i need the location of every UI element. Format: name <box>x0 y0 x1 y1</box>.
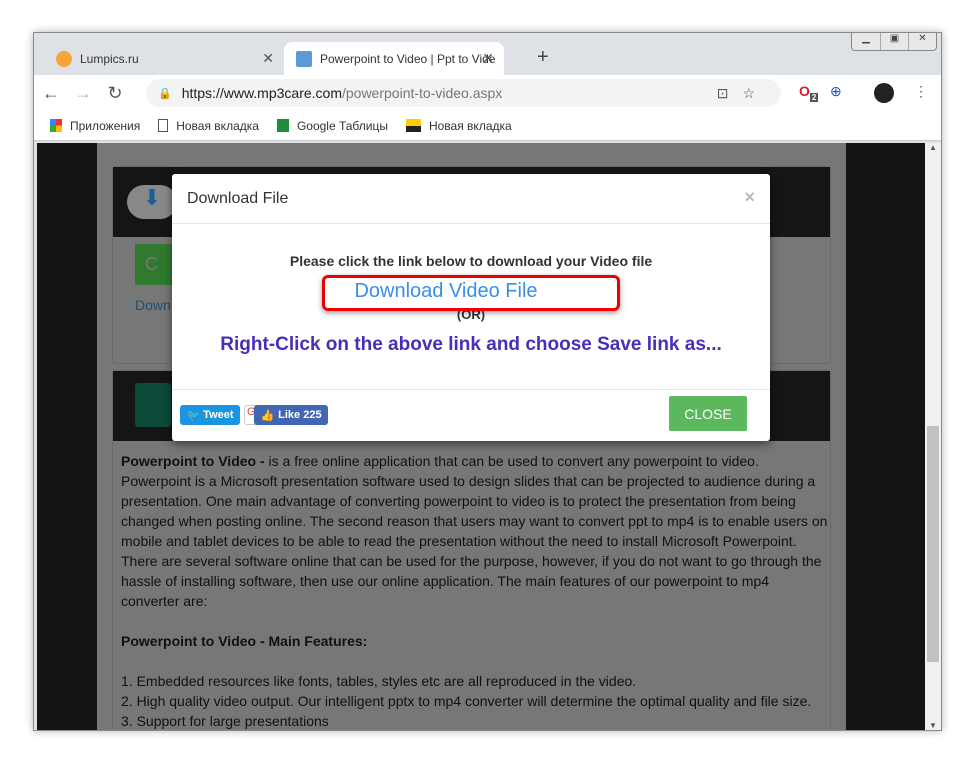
bookmarks-bar: Приложения Новая вкладка Google Таблицы … <box>34 111 941 141</box>
intro-text: is a free online application that can be… <box>121 453 828 609</box>
tweet-button[interactable]: 🐦 Tweet <box>180 405 240 425</box>
apps-grid-icon <box>50 119 62 132</box>
twitter-icon: 🐦 <box>186 409 201 422</box>
save-link-hint: Right-Click on the above link and choose… <box>220 334 722 355</box>
window-controls: ▁ ▣ ✕ <box>851 33 937 51</box>
tab-lumpics[interactable]: Lumpics.ru ✕ <box>44 42 284 75</box>
feature-item: 3. Support for large presentations <box>121 713 329 729</box>
new-tab-icon[interactable]: + <box>537 46 549 69</box>
close-window-icon[interactable]: ✕ <box>908 33 936 50</box>
bookmark-apps[interactable]: Приложения <box>50 119 140 133</box>
download-link-bg[interactable]: Down <box>135 297 171 313</box>
tab-label: Powerpoint to Video | Ppt to Vide <box>320 51 496 66</box>
bookmark-new-tab-2[interactable]: Новая вкладка <box>405 118 512 133</box>
modal-title: Download File <box>187 190 289 207</box>
extension-badge: 2 <box>809 92 819 102</box>
modal-close-icon[interactable]: × <box>744 187 755 208</box>
facebook-like-button[interactable]: 👍 Like 225 <box>254 405 328 425</box>
bookmark-label: Новая вкладка <box>428 118 512 133</box>
reload-icon[interactable]: ↻ <box>100 83 130 104</box>
toolbar: ← → ↻ 🔒 https://www.mp3care.com/powerpoin… <box>34 75 941 111</box>
page-icon <box>158 119 169 132</box>
like-label: Like 225 <box>278 409 322 421</box>
menu-icon[interactable]: ⋮ <box>914 83 928 100</box>
scrollbar-thumb[interactable] <box>927 426 939 662</box>
lumpics-favicon-icon <box>56 50 72 67</box>
close-tab-icon[interactable]: ✕ <box>482 50 494 67</box>
cloud-download-icon: ⬇ <box>127 185 177 219</box>
book-icon <box>135 383 171 427</box>
bookmark-star-icon[interactable]: ☆ <box>742 85 769 101</box>
description: Powerpoint to Video - is a free online a… <box>121 451 831 730</box>
tab-powerpoint-to-video[interactable]: Powerpoint to Video | Ppt to Vide ✕ <box>284 42 504 75</box>
bookmark-label: Новая вкладка <box>176 118 259 133</box>
sheets-icon <box>276 119 289 132</box>
site-favicon-icon <box>296 50 312 67</box>
feature-item: 1. Embedded resources like fonts, tables… <box>121 673 637 689</box>
modal-message: Please click the link below to download … <box>289 253 653 269</box>
url-path: /powerpoint-to-video.aspx <box>341 85 503 101</box>
close-tab-icon[interactable]: ✕ <box>262 50 274 67</box>
bookmark-google-sheets[interactable]: Google Таблицы <box>276 118 388 133</box>
vpn-extension-icon[interactable]: ⊕ <box>830 83 842 100</box>
tweet-label: Tweet <box>203 409 234 421</box>
thumbs-up-icon: 👍 <box>260 409 275 422</box>
tab-label: Lumpics.ru <box>80 51 139 66</box>
maximize-icon[interactable]: ▣ <box>880 33 908 50</box>
feature-item: 2. High quality video output. Our intell… <box>121 693 812 709</box>
bookmark-new-tab[interactable]: Новая вкладка <box>158 119 259 133</box>
translate-icon[interactable]: ⊡ <box>717 85 743 101</box>
highlight-box: Download Video File <box>322 275 620 311</box>
avatar[interactable] <box>874 83 894 103</box>
opera-extension-icon[interactable]: O2 <box>799 83 819 102</box>
features-title: Powerpoint to Video - Main Features: <box>121 633 368 649</box>
scrollbar[interactable]: ▲ ▼ <box>925 143 941 730</box>
address-bar[interactable]: 🔒 https://www.mp3care.com/powerpoint-to-v… <box>146 79 781 107</box>
url-host: https://www.mp3care.com <box>181 85 342 101</box>
minimize-icon[interactable]: ▁ <box>852 33 880 50</box>
image-icon <box>405 119 421 132</box>
intro-title: Powerpoint to Video - <box>121 453 265 469</box>
tab-bar: Lumpics.ru ✕ Powerpoint to Video | Ppt to… <box>34 33 941 75</box>
download-video-link[interactable]: Download Video File <box>325 280 617 303</box>
bookmark-label: Приложения <box>70 118 141 133</box>
download-file-modal: Download File × Please click the link bel… <box>172 174 770 441</box>
back-icon[interactable]: ← <box>36 83 66 104</box>
bookmark-label: Google Таблицы <box>296 118 388 133</box>
forward-icon[interactable]: → <box>68 83 98 104</box>
close-button[interactable]: CLOSE <box>669 396 747 431</box>
lock-icon: 🔒 <box>158 87 172 100</box>
